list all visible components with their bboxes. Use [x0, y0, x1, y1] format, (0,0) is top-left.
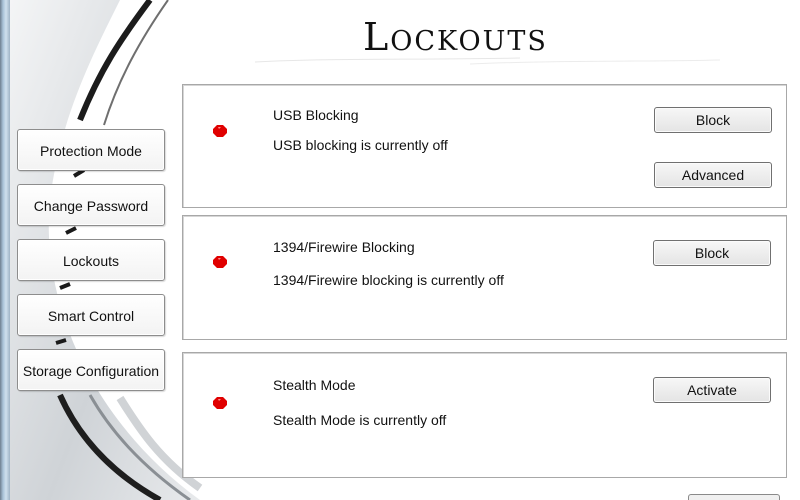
usb-block-button[interactable]: Block — [654, 107, 772, 133]
stealth-mode-panel: Stealth Mode Stealth Mode is currently o… — [182, 352, 787, 478]
usb-advanced-button[interactable]: Advanced — [654, 162, 772, 188]
red-status-light-icon — [213, 397, 227, 409]
partial-bottom-button[interactable] — [688, 494, 780, 500]
red-status-light-icon — [213, 125, 227, 137]
firewire-blocking-title: 1394/Firewire Blocking — [273, 239, 415, 255]
stealth-mode-status: Stealth Mode is currently off — [273, 412, 447, 428]
red-status-light-icon — [213, 256, 227, 268]
sidebar-item-storage-configuration[interactable]: Storage Configuration — [17, 349, 165, 391]
firewire-blocking-status: 1394/Firewire blocking is currently off — [273, 272, 504, 288]
firewire-block-button[interactable]: Block — [653, 240, 771, 266]
sidebar-item-lockouts[interactable]: Lockouts — [17, 239, 165, 281]
stealth-mode-title: Stealth Mode — [273, 377, 356, 393]
sidebar-item-smart-control[interactable]: Smart Control — [17, 294, 165, 336]
lockouts-window: Lockouts Protection Mode Change Password… — [0, 0, 800, 500]
page-title: Lockouts — [363, 15, 548, 59]
sidebar-item-protection-mode[interactable]: Protection Mode — [17, 129, 165, 171]
usb-blocking-title: USB Blocking — [273, 107, 359, 123]
sidebar-item-change-password[interactable]: Change Password — [17, 184, 165, 226]
usb-blocking-panel: USB Blocking USB blocking is currently o… — [182, 84, 787, 208]
stealth-activate-button[interactable]: Activate — [653, 377, 771, 403]
firewire-blocking-panel: 1394/Firewire Blocking 1394/Firewire blo… — [182, 215, 787, 340]
usb-blocking-status: USB blocking is currently off — [273, 137, 448, 153]
